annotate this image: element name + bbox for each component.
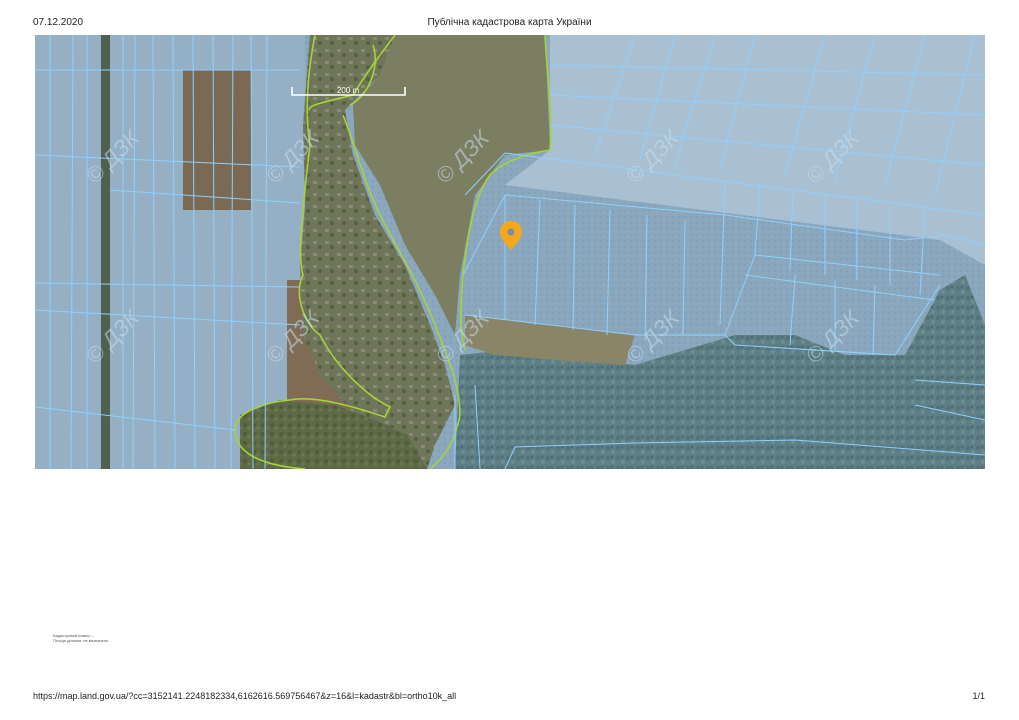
scale-bar-label: 200 m bbox=[337, 86, 360, 95]
tree-line bbox=[101, 35, 110, 469]
page-title: Публічна кадастрова карта України bbox=[427, 17, 592, 28]
page-number: 1/1 bbox=[972, 691, 985, 701]
page-url: https://map.land.gov.ua/?cc=3152141.2248… bbox=[33, 691, 457, 701]
cadastral-map[interactable]: © ДЗК © ДЗК © ДЗК © ДЗК © ДЗК © ДЗК © ДЗ… bbox=[35, 35, 985, 469]
parcel-note-line: Площа ділянки: не визначено bbox=[53, 638, 109, 643]
parcel-note: Кадастровий номер: – Площа ділянки: не в… bbox=[53, 633, 108, 643]
